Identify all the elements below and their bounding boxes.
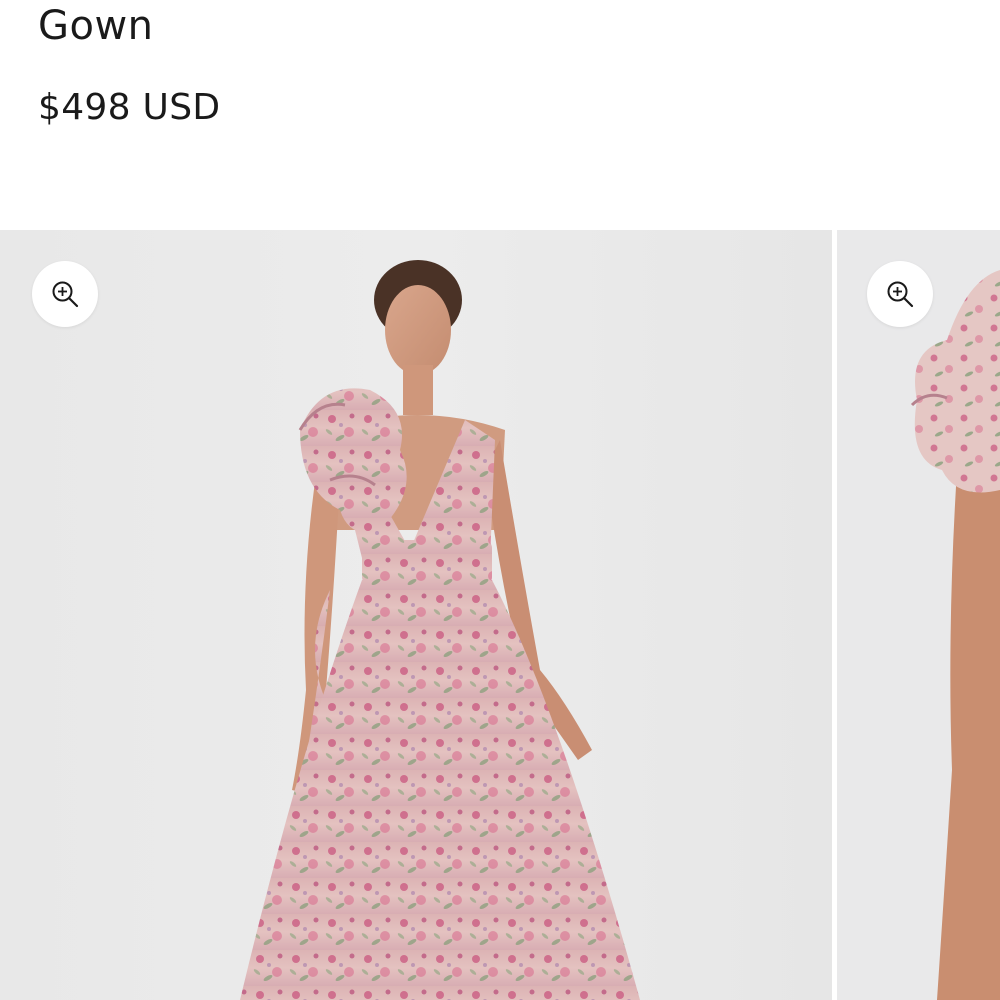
zoom-in-icon: [52, 281, 79, 308]
product-price: $498 USD: [38, 87, 221, 128]
zoom-button[interactable]: [32, 261, 98, 327]
product-title: Gown: [38, 3, 154, 49]
gallery-slide-2[interactable]: [837, 230, 1000, 1000]
product-header: Gown $498 USD: [0, 0, 1000, 230]
zoom-button[interactable]: [867, 261, 933, 327]
zoom-in-icon: [887, 281, 914, 308]
product-image-model-front: [0, 230, 832, 1000]
product-image-gallery[interactable]: [0, 230, 1000, 1000]
gallery-slide-1[interactable]: [0, 230, 832, 1000]
product-image-shoulder-detail: [837, 230, 1000, 1000]
